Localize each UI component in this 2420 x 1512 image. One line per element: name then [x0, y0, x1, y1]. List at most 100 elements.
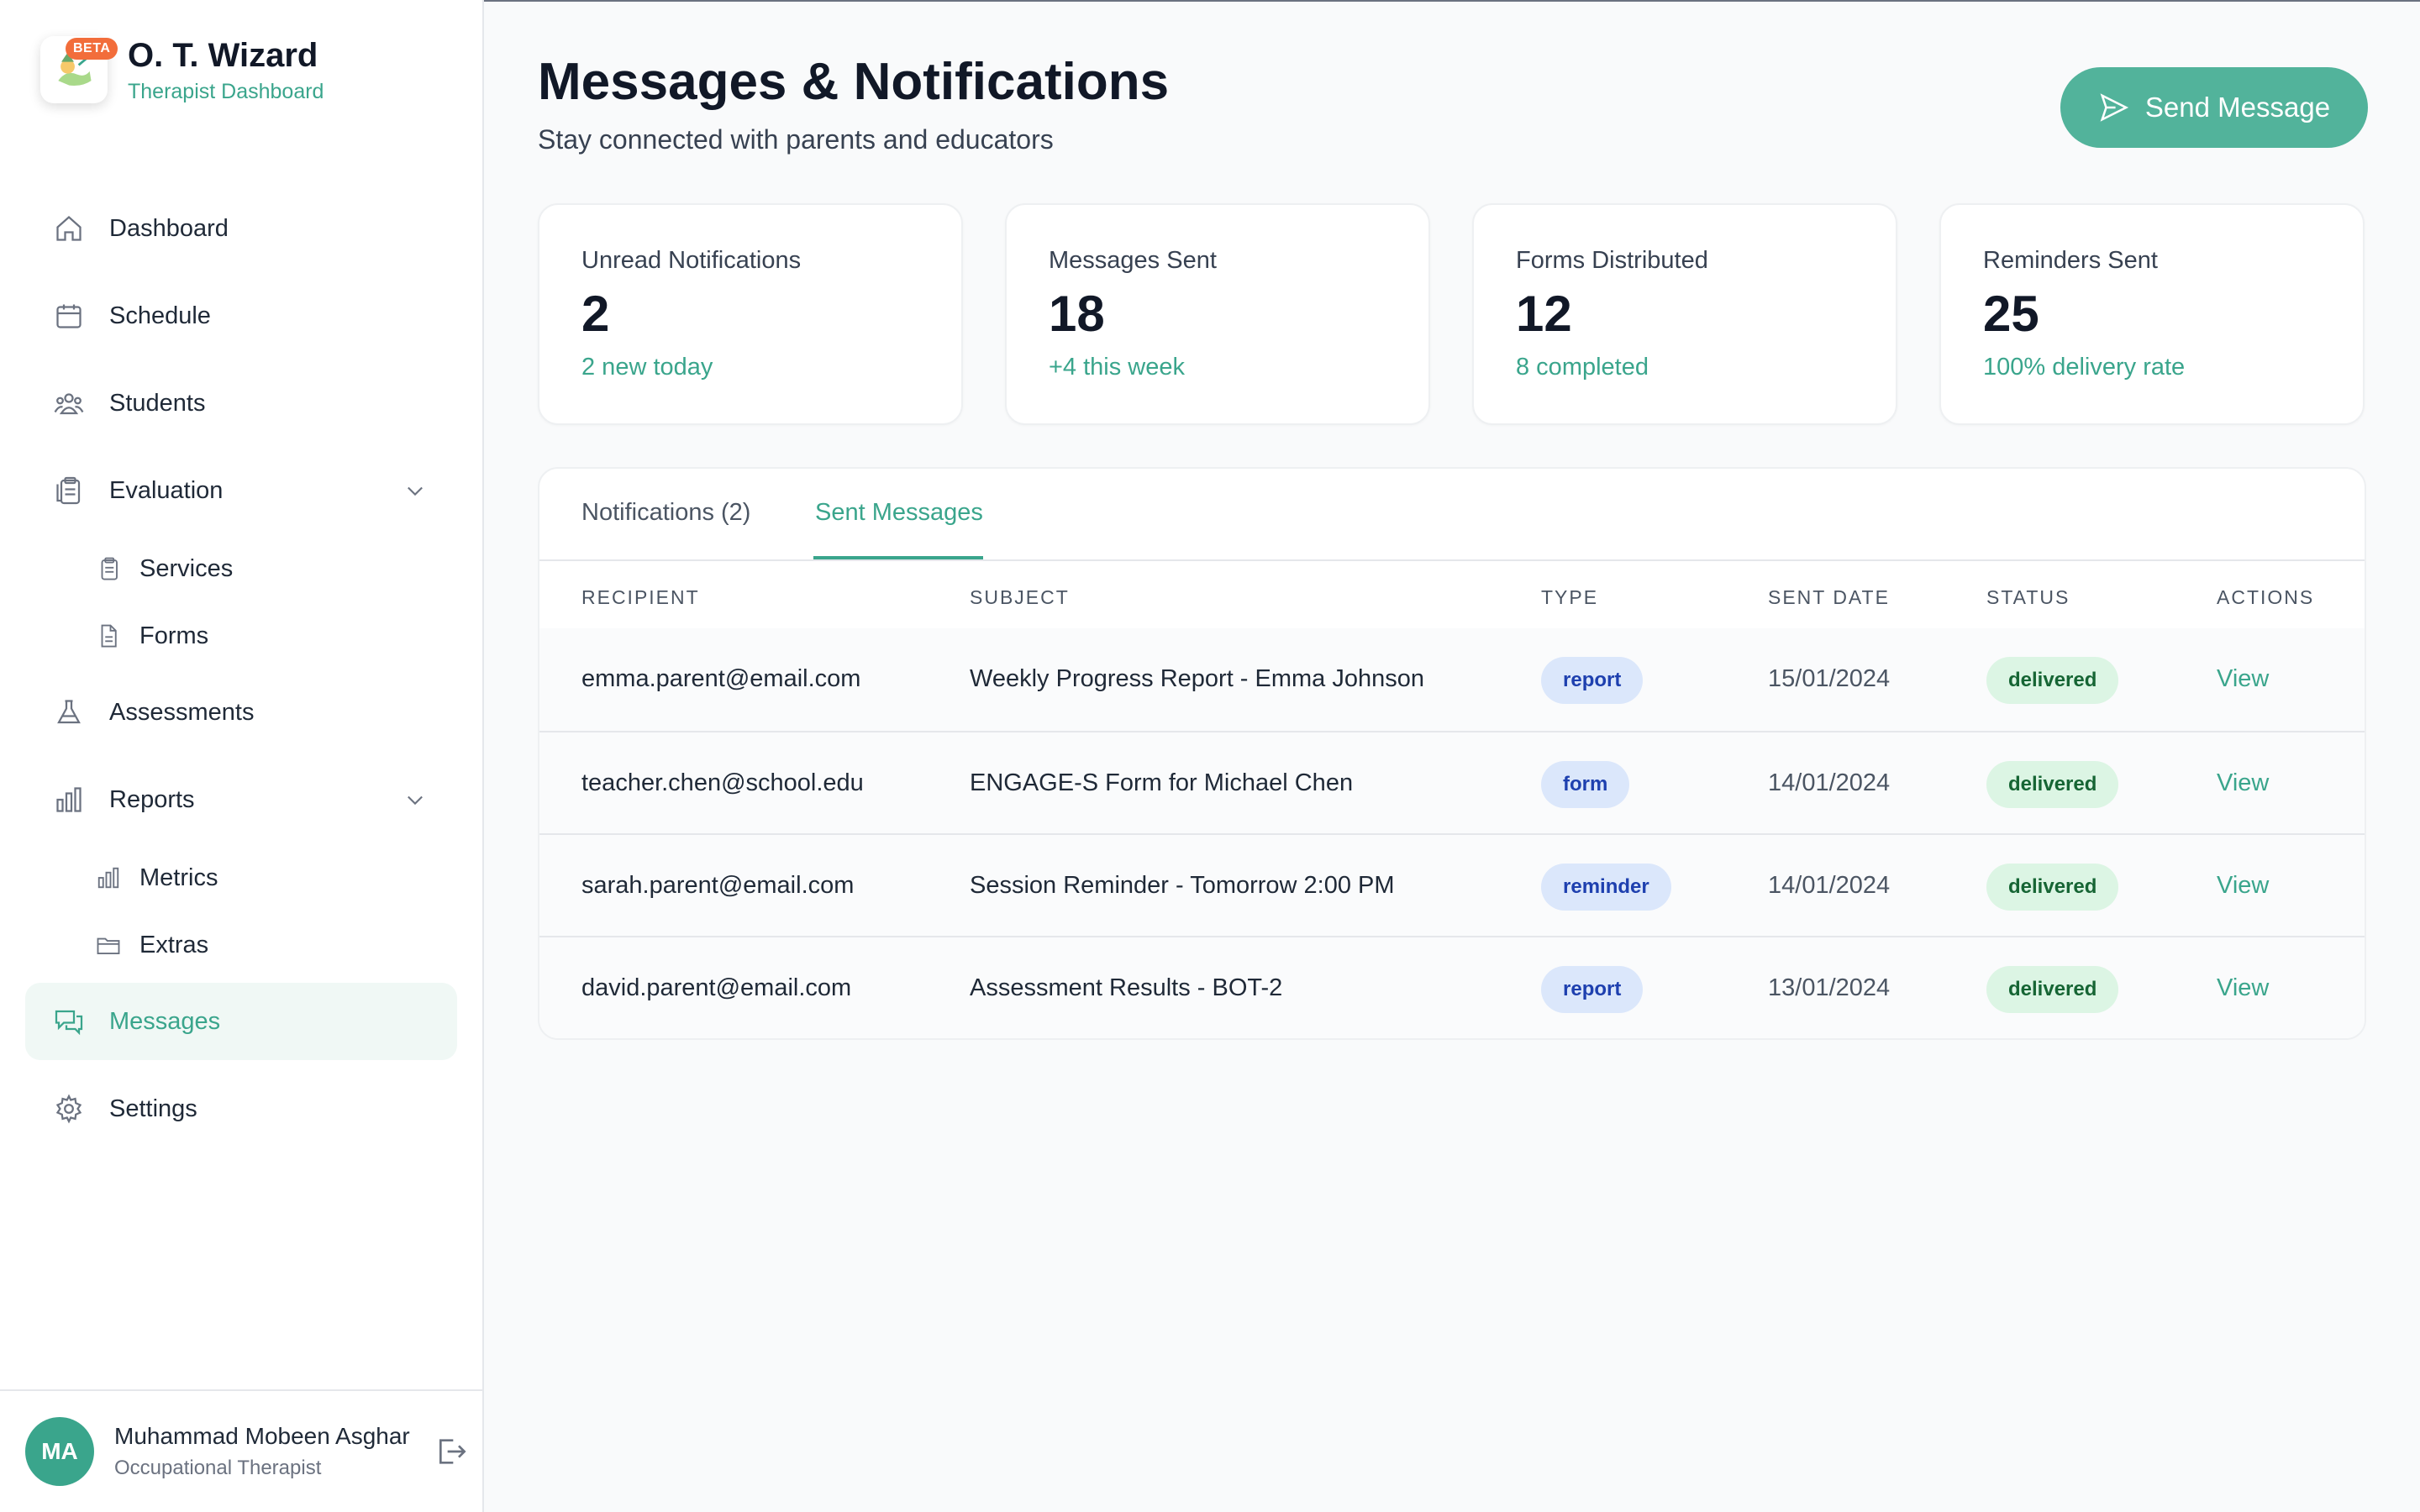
sidebar-item-label: Settings — [109, 1095, 197, 1122]
stat-label: Forms Distributed — [1516, 247, 1708, 274]
active-tab-indicator — [813, 556, 983, 559]
table-header: RECIPIENT SUBJECT TYPE SENT DATE STATUS … — [539, 561, 2365, 628]
page-title: Messages & Notifications — [538, 53, 1170, 111]
clipboard-icon — [101, 557, 118, 580]
sidebar-item-label: Assessments — [109, 698, 255, 726]
flask-icon — [57, 700, 81, 724]
sidebar-item-label: Dashboard — [109, 214, 229, 242]
table-row[interactable]: david.parent@email.com Assessment Result… — [539, 936, 2365, 1038]
sidebar-item-forms[interactable]: Forms — [25, 606, 457, 665]
send-message-button[interactable]: Send Message — [2060, 67, 2368, 148]
sidebar-nav: Dashboard Schedule Students Evaluation S… — [25, 190, 457, 1158]
sidebar-item-messages[interactable]: Messages — [25, 983, 457, 1060]
sidebar-item-evaluation[interactable]: Evaluation — [25, 452, 457, 529]
users-icon — [54, 393, 84, 415]
sidebar-item-assessments[interactable]: Assessments — [25, 674, 457, 751]
type-badge: report — [1541, 966, 1644, 1013]
stats-row: Unread Notifications 2 2 new today Messa… — [538, 203, 2366, 425]
date-cell: 14/01/2024 — [1768, 872, 1891, 899]
avatar[interactable]: MA — [25, 1417, 94, 1486]
chevron-down-icon[interactable] — [403, 788, 427, 811]
stat-card-reminders-sent: Reminders Sent 25 100% delivery rate — [1939, 203, 2365, 425]
sidebar-item-label: Forms — [139, 622, 209, 649]
column-header-subject[interactable]: SUBJECT — [970, 586, 1070, 609]
chat-icon — [55, 1010, 83, 1036]
bar-chart-icon — [56, 787, 82, 812]
sidebar-item-label: Extras — [139, 931, 209, 958]
brand[interactable]: BETA O. T. Wizard Therapist Dashboard — [40, 32, 324, 108]
sidebar-item-label: Reports — [109, 785, 195, 813]
stat-note: 8 completed — [1516, 354, 1649, 381]
user-role: Occupational Therapist — [114, 1457, 322, 1479]
sidebar-item-label: Messages — [109, 1007, 221, 1035]
calendar-icon — [56, 304, 82, 328]
bar-chart-icon — [97, 867, 119, 889]
sidebar-item-dashboard[interactable]: Dashboard — [25, 190, 457, 267]
table-row[interactable]: teacher.chen@school.edu ENGAGE-S Form fo… — [539, 731, 2365, 833]
table-row[interactable]: sarah.parent@email.com Session Reminder … — [539, 833, 2365, 936]
stat-label: Messages Sent — [1049, 247, 1217, 274]
stat-card-messages-sent: Messages Sent 18 +4 this week — [1005, 203, 1430, 425]
document-icon — [101, 624, 117, 648]
stat-label: Unread Notifications — [581, 247, 802, 274]
table-row[interactable]: emma.parent@email.com Weekly Progress Re… — [539, 628, 2365, 731]
sidebar-item-extras[interactable]: Extras — [25, 916, 457, 974]
recipient-cell: david.parent@email.com — [581, 974, 852, 1001]
status-badge: delivered — [1986, 657, 2119, 704]
user-name: Muhammad Mobeen Asghar — [114, 1423, 410, 1449]
stat-card-forms-distributed: Forms Distributed 12 8 completed — [1472, 203, 1897, 425]
column-header-recipient[interactable]: RECIPIENT — [581, 586, 700, 609]
status-badge: delivered — [1986, 864, 2119, 911]
sidebar-item-students[interactable]: Students — [25, 365, 457, 442]
column-header-type[interactable]: TYPE — [1541, 586, 1598, 609]
send-message-label: Send Message — [2144, 92, 2331, 123]
sidebar-item-settings[interactable]: Settings — [25, 1070, 457, 1147]
view-link[interactable]: View — [2217, 872, 2269, 900]
status-badge: delivered — [1986, 966, 2119, 1013]
home-icon — [56, 215, 82, 241]
app-title: O. T. Wizard — [128, 36, 318, 74]
sidebar: BETA O. T. Wizard Therapist Dashboard Da… — [0, 0, 484, 1512]
logout-icon[interactable] — [434, 1435, 467, 1468]
recipient-cell: emma.parent@email.com — [581, 665, 861, 692]
subject-cell: Assessment Results - BOT-2 — [970, 974, 1283, 1001]
sidebar-item-label: Metrics — [139, 864, 218, 891]
stat-value: 18 — [1049, 286, 1105, 342]
view-link[interactable]: View — [2217, 665, 2269, 693]
stat-note: 100% delivery rate — [1983, 354, 2186, 381]
folder-icon — [97, 937, 120, 954]
send-icon — [2100, 93, 2129, 122]
sidebar-item-reports[interactable]: Reports — [25, 761, 457, 838]
column-header-sent-date[interactable]: SENT DATE — [1768, 586, 1890, 609]
sidebar-item-services[interactable]: Services — [25, 539, 457, 598]
gear-icon — [55, 1094, 82, 1124]
date-cell: 13/01/2024 — [1768, 974, 1891, 1001]
stat-label: Reminders Sent — [1983, 247, 2158, 274]
sidebar-item-schedule[interactable]: Schedule — [25, 277, 457, 354]
date-cell: 14/01/2024 — [1768, 769, 1891, 796]
tab-bar: Notifications (2) Sent Messages — [539, 469, 2365, 561]
subject-cell: ENGAGE-S Form for Michael Chen — [970, 769, 1354, 796]
sidebar-item-label: Evaluation — [109, 476, 224, 504]
stat-value: 2 — [581, 286, 610, 342]
recipient-cell: sarah.parent@email.com — [581, 872, 855, 899]
chevron-down-icon[interactable] — [403, 479, 427, 502]
sidebar-item-metrics[interactable]: Metrics — [25, 848, 457, 907]
app-subtitle: Therapist Dashboard — [128, 79, 324, 103]
type-badge: report — [1541, 657, 1644, 704]
type-badge: reminder — [1541, 864, 1671, 911]
status-badge: delivered — [1986, 761, 2119, 808]
view-link[interactable]: View — [2217, 974, 2269, 1002]
recipient-cell: teacher.chen@school.edu — [581, 769, 864, 796]
messages-panel: Notifications (2) Sent Messages RECIPIEN… — [538, 467, 2366, 1040]
table-body: emma.parent@email.com Weekly Progress Re… — [539, 628, 2365, 1038]
tab-sent-messages[interactable]: Sent Messages — [815, 499, 983, 527]
page-subtitle: Stay connected with parents and educator… — [538, 124, 1054, 155]
column-header-status[interactable]: STATUS — [1986, 586, 2070, 609]
stat-note: 2 new today — [581, 354, 713, 381]
stat-value: 25 — [1983, 286, 2039, 342]
subject-cell: Session Reminder - Tomorrow 2:00 PM — [970, 872, 1395, 899]
view-link[interactable]: View — [2217, 769, 2269, 797]
column-header-actions: ACTIONS — [2217, 586, 2315, 608]
tab-notifications[interactable]: Notifications (2) — [581, 499, 750, 527]
